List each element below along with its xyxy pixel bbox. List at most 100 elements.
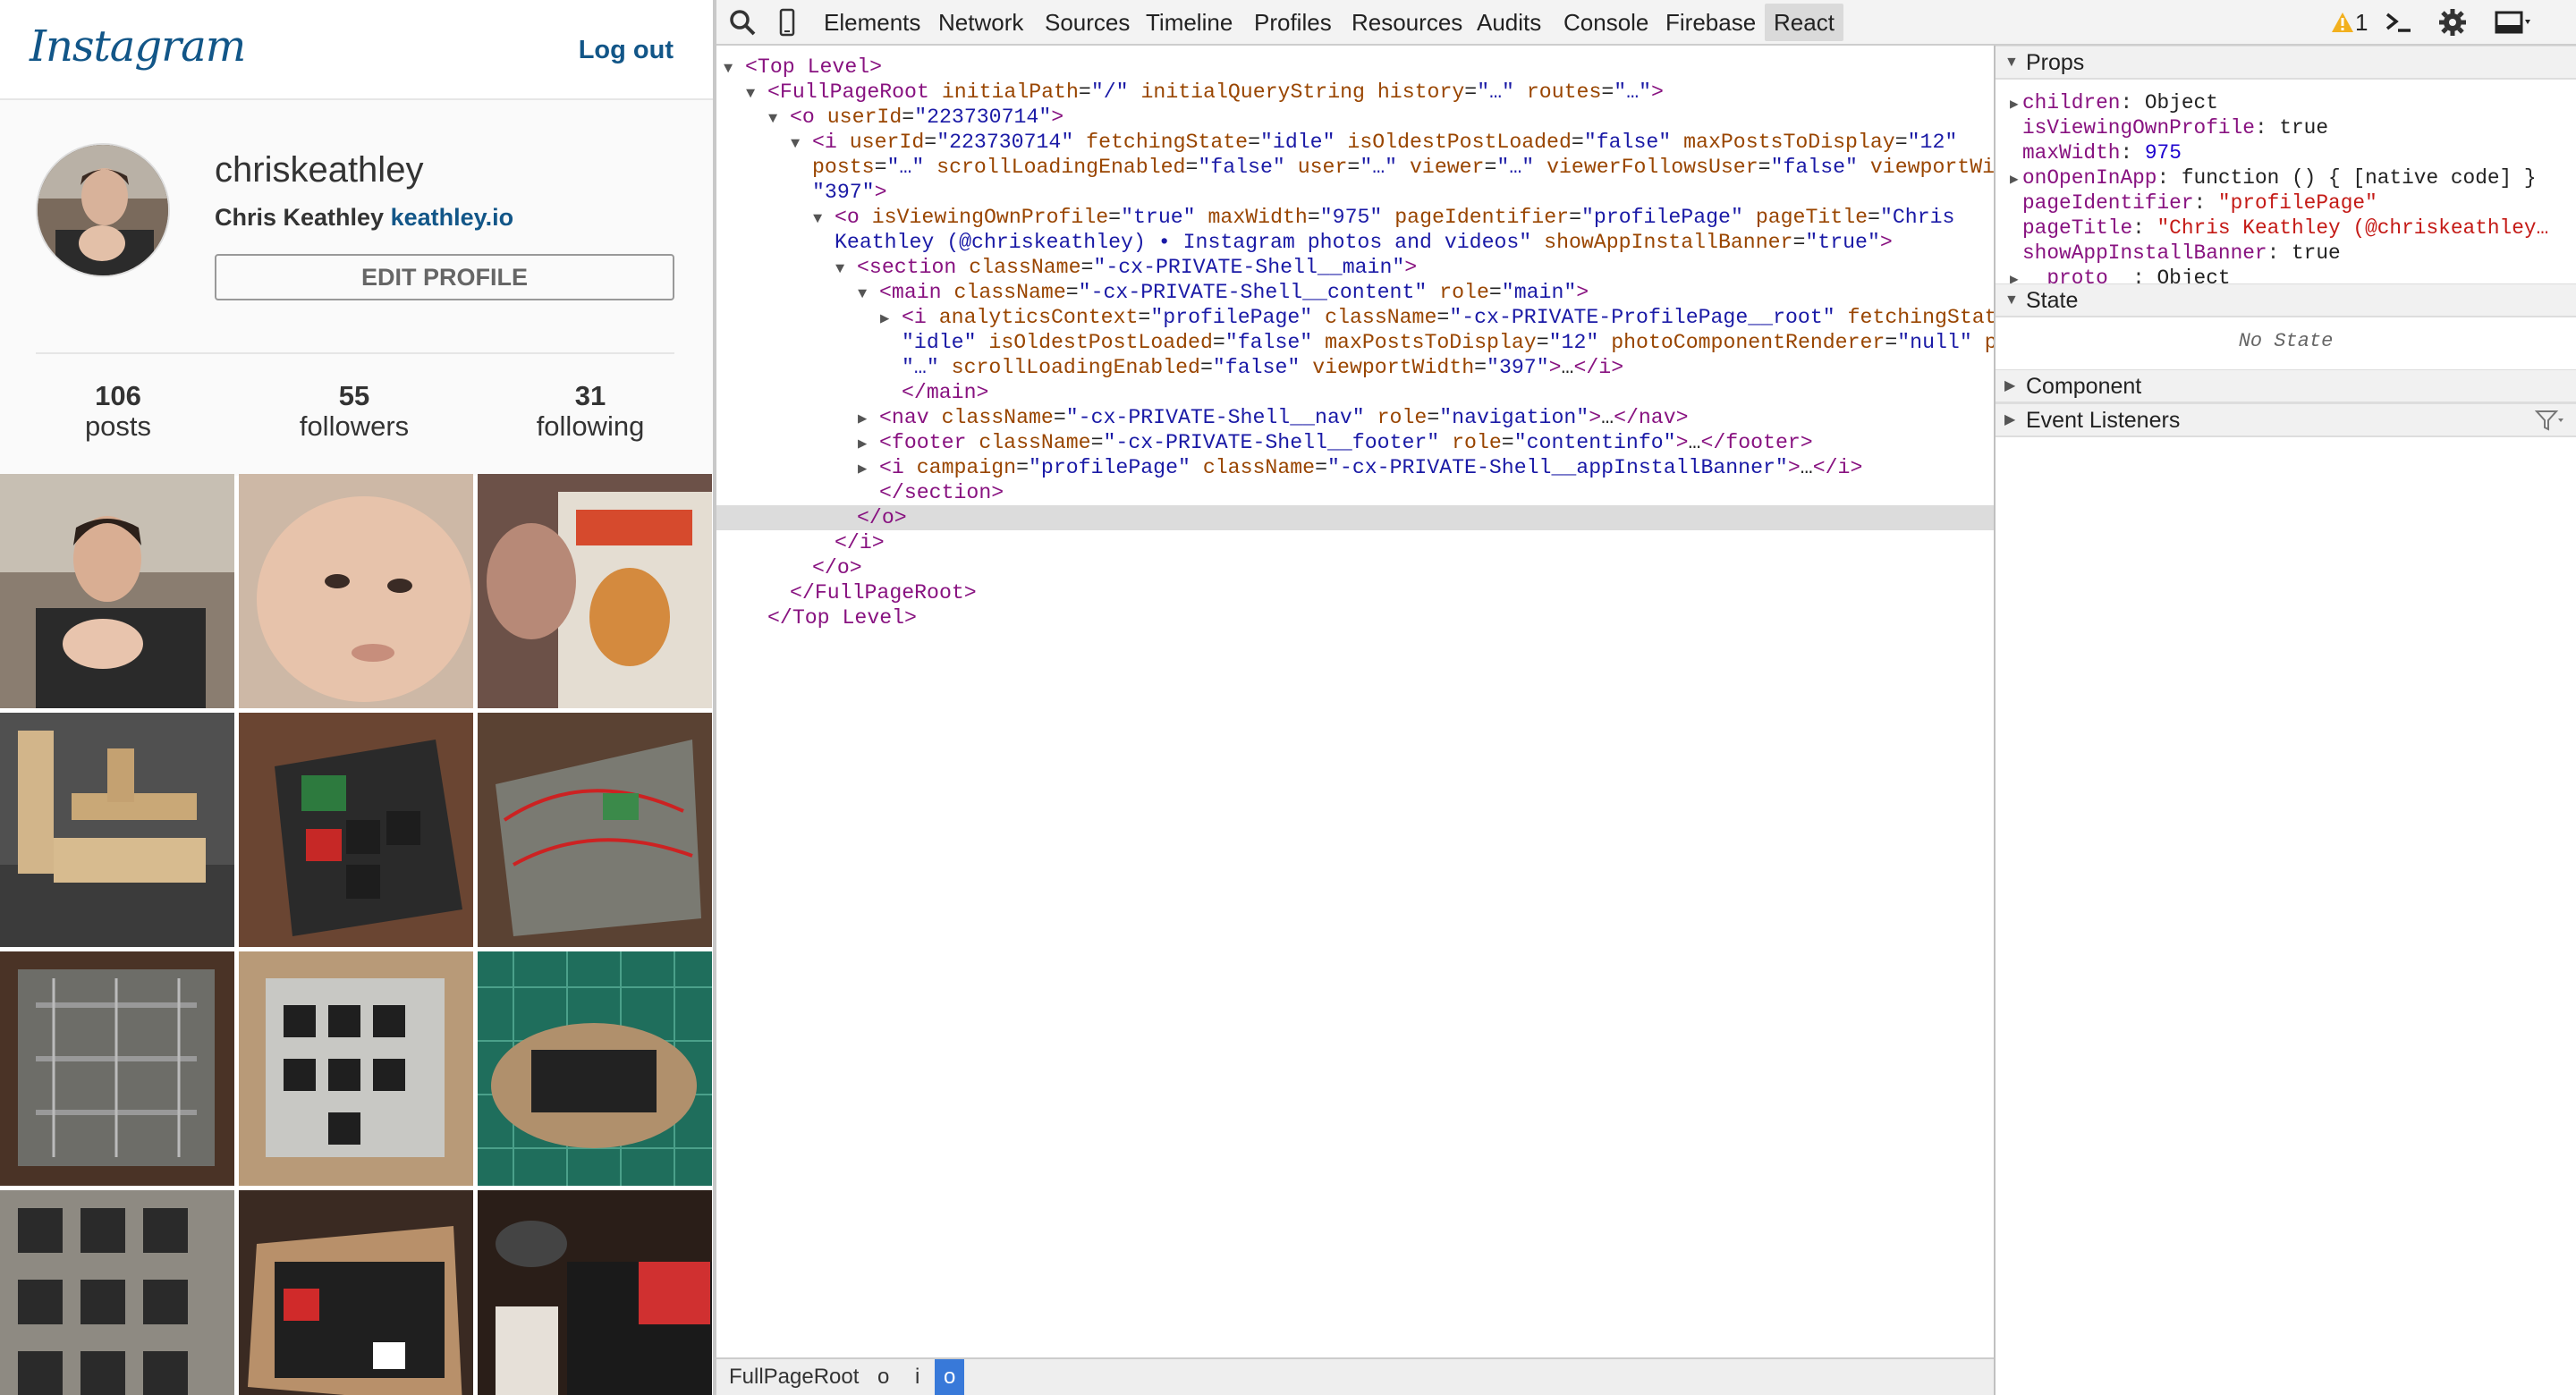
tree-node[interactable]: "idle" isOldestPostLoaded="false" maxPos… — [716, 330, 1994, 355]
tab-timeline[interactable]: Timeline — [1146, 9, 1233, 37]
breadcrumb-item-o-selected[interactable]: o — [935, 1359, 965, 1395]
website-link[interactable]: keathley.io — [391, 204, 514, 231]
tree-node-text: </section> — [879, 481, 1004, 504]
console-drawer-icon[interactable] — [2384, 7, 2414, 38]
tree-node[interactable]: </o> — [716, 555, 1994, 580]
tree-node[interactable]: ▼ <o userId="223730714"> — [716, 105, 1994, 130]
photo-man-holding-baby[interactable] — [0, 474, 234, 708]
instagram-logo[interactable]: Instagram — [30, 21, 246, 72]
photo-keyboard-parts-red-keys[interactable] — [478, 1190, 712, 1395]
photo-baby-face[interactable] — [239, 474, 473, 708]
state-title: State — [2026, 288, 2079, 313]
dock-side-icon[interactable] — [2493, 7, 2532, 38]
tree-node[interactable]: </FullPageRoot> — [716, 580, 1994, 605]
breadcrumb-item-i[interactable]: i — [906, 1359, 928, 1395]
tab-audits[interactable]: Audits — [1477, 9, 1541, 37]
stat-posts[interactable]: 106 posts — [29, 381, 208, 442]
tree-node[interactable]: ▼ <i userId="223730714" fetchingState="id… — [716, 130, 1994, 155]
prop-row[interactable]: ▶ children: Object — [2010, 90, 2573, 117]
tree-node[interactable]: Keathley (@chriskeathley) • Instagram ph… — [716, 230, 1994, 255]
photo-keyboard-switches-rows[interactable] — [0, 1190, 234, 1395]
logout-link[interactable]: Log out — [579, 36, 674, 65]
photo-keyboard-wiring-red[interactable] — [239, 713, 473, 947]
state-section-header[interactable]: ▼ State — [1996, 283, 2576, 317]
tree-node[interactable]: ▶ <footer className="-cx-PRIVATE-Shell__f… — [716, 430, 1994, 455]
photo-keyboard-switches-wired[interactable] — [478, 713, 712, 947]
component-section-header[interactable]: ▶ Component — [1996, 369, 2576, 403]
tree-node[interactable]: </main> — [716, 380, 1994, 405]
tab-network[interactable]: Network — [938, 9, 1023, 37]
collapse-triangle-icon[interactable]: ▼ — [746, 82, 767, 107]
expand-triangle-icon[interactable]: ▶ — [858, 458, 879, 483]
prop-row[interactable]: isViewingOwnProfile: true — [2010, 115, 2573, 142]
photo-keyboard-on-cutting-mat[interactable] — [478, 951, 712, 1186]
warning-icon[interactable] — [2330, 7, 2355, 38]
tree-node[interactable]: ▼ <section className="-cx-PRIVATE-Shell__… — [716, 255, 1994, 280]
prop-row[interactable]: pageTitle: "Chris Keathley (@chriskeathl… — [2010, 216, 2573, 242]
prop-row[interactable]: ▶ onOpenInApp: function () { [native code… — [2010, 165, 2573, 192]
prop-row[interactable]: pageIdentifier: "profilePage" — [2010, 190, 2573, 217]
collapse-triangle-icon[interactable]: ▼ — [858, 283, 879, 308]
props-section-header[interactable]: ▼ Props — [1996, 46, 2576, 80]
tree-node-selected[interactable]: </o> — [716, 505, 1994, 530]
photo-child-with-toy-box[interactable] — [478, 474, 712, 708]
tree-node[interactable]: </i> — [716, 530, 1994, 555]
expand-triangle-icon[interactable]: ▶ — [2010, 92, 2022, 117]
collapse-triangle-icon[interactable]: ▼ — [724, 57, 745, 82]
breadcrumb-item-o[interactable]: o — [869, 1359, 898, 1395]
edit-profile-button[interactable]: EDIT PROFILE — [215, 254, 674, 300]
filter-icon[interactable] — [2534, 408, 2565, 442]
tree-node-text: Keathley (@chriskeathley) • Instagram ph… — [835, 231, 1893, 254]
tree-node[interactable]: </section> — [716, 480, 1994, 505]
tab-resources[interactable]: Resources — [1352, 9, 1462, 37]
tree-node[interactable]: </Top Level> — [716, 605, 1994, 630]
tab-elements[interactable]: Elements — [824, 9, 920, 37]
tree-node[interactable]: ▶ <nav className="-cx-PRIVATE-Shell__nav"… — [716, 405, 1994, 430]
tree-node[interactable]: ▼ <main className="-cx-PRIVATE-Shell__con… — [716, 280, 1994, 305]
tab-sources[interactable]: Sources — [1045, 9, 1130, 37]
stat-following[interactable]: 31 following — [501, 381, 680, 442]
prop-row[interactable]: maxWidth: 975 — [2010, 140, 2573, 167]
collapse-triangle-icon[interactable]: ▼ — [835, 258, 857, 283]
devtools-toolbar: Elements Network Sources Timeline Profil… — [716, 0, 2576, 46]
tree-node[interactable]: "…" scrollLoadingEnabled="false" viewpor… — [716, 355, 1994, 380]
tree-node[interactable]: ▶ <i campaign="profilePage" className="-c… — [716, 455, 1994, 480]
tree-node[interactable]: ▼ <FullPageRoot initialPath="/" initialQu… — [716, 80, 1994, 105]
collapse-triangle-icon[interactable]: ▼ — [768, 107, 790, 132]
props-title: Props — [2026, 50, 2085, 75]
device-mode-icon[interactable] — [772, 7, 802, 38]
expand-triangle-icon[interactable]: ▶ — [858, 433, 879, 458]
expand-triangle-icon[interactable]: ▶ — [2010, 167, 2022, 192]
breadcrumb-item-fullpageroot[interactable]: FullPageRoot — [720, 1359, 868, 1395]
tab-profiles[interactable]: Profiles — [1254, 9, 1332, 37]
stat-followers[interactable]: 55 followers — [265, 381, 444, 442]
photo-keyboard-hand-wired-closeup[interactable] — [0, 951, 234, 1186]
prop-row[interactable]: showAppInstallBanner: true — [2010, 241, 2573, 267]
expand-triangle-icon[interactable]: ▶ — [858, 408, 879, 433]
tree-node[interactable]: ▼ <Top Level> — [716, 55, 1994, 80]
settings-gear-icon[interactable] — [2437, 7, 2468, 38]
prop-separator: : — [2267, 241, 2292, 265]
tree-node[interactable]: posts="…" scrollLoadingEnabled="false" u… — [716, 155, 1994, 180]
collapse-triangle-icon[interactable]: ▼ — [813, 207, 835, 232]
tab-firebase[interactable]: Firebase — [1665, 9, 1756, 37]
tree-node[interactable]: ▼ <o isViewingOwnProfile="true" maxWidth=… — [716, 205, 1994, 230]
props-expand-icon: ▼ — [2004, 55, 2019, 70]
event-listeners-section-header[interactable]: ▶ Event Listeners — [1996, 403, 2576, 437]
photo-wooden-blocks[interactable] — [0, 713, 234, 947]
collapse-triangle-icon[interactable]: ▼ — [791, 132, 812, 157]
tree-node[interactable]: "397"> — [716, 180, 1994, 205]
photo-keyboard-switch-plate[interactable] — [239, 951, 473, 1186]
expand-triangle-icon[interactable]: ▶ — [880, 308, 902, 333]
search-icon[interactable] — [727, 7, 758, 38]
tab-react[interactable]: React — [1765, 4, 1843, 41]
photo-keyboard-with-wooden-case[interactable] — [239, 1190, 473, 1395]
component-tree[interactable]: ▼ <Top Level> ▼ <FullPageRoot initialPath="… — [716, 46, 1994, 1357]
tab-console[interactable]: Console — [1563, 9, 1648, 37]
tree-node[interactable]: ▶ <i analyticsContext="profilePage" class… — [716, 305, 1994, 330]
